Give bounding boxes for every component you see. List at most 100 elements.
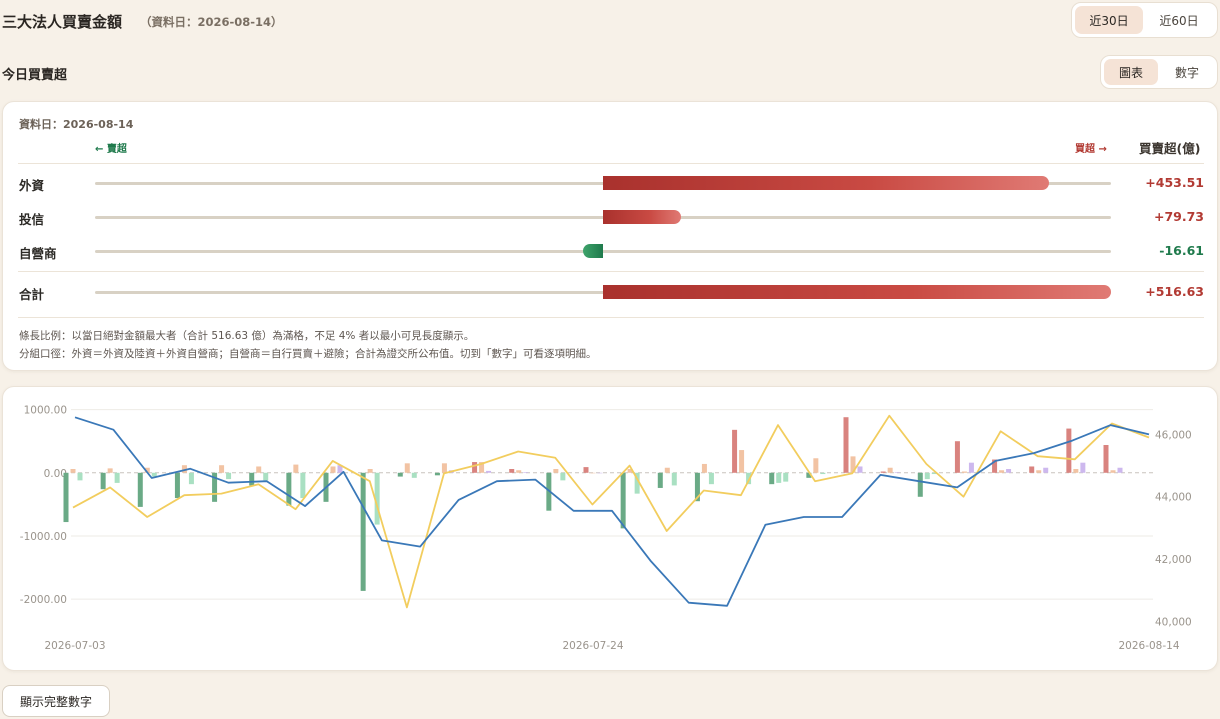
history-chart-card: 1000.00 0.00 -1000.00 -2000.00 46,000 44,000 4… (2, 386, 1218, 671)
bar-mark (560, 472, 566, 481)
view-chart-button[interactable]: 圖表 (1104, 59, 1158, 85)
right-axis-tick: 46,000 (1155, 429, 1192, 441)
row-value: -16.61 (1159, 243, 1204, 258)
bar-mark (330, 466, 336, 473)
bar-mark (77, 472, 83, 481)
bar-mark (590, 472, 596, 474)
view-number-button[interactable]: 數字 (1160, 59, 1214, 85)
bar-mark (701, 463, 707, 473)
bar-mark (657, 472, 663, 488)
bar-mark (783, 472, 789, 482)
bar-mark (620, 472, 626, 529)
row-label: 合計 (19, 287, 45, 302)
unit-label: 買賣超(億) (1139, 141, 1201, 156)
bar-mark (1080, 462, 1086, 473)
series-line (74, 416, 1150, 607)
bar-mark (813, 458, 819, 473)
bar-mark (820, 472, 826, 475)
row-trust: 投信 +79.73 (3, 205, 1219, 229)
bar-mark (404, 463, 410, 473)
bar-mark (300, 472, 306, 499)
row-foreign: 外資 +453.51 (3, 171, 1219, 195)
bar-mark (70, 469, 76, 473)
bar-mark (1029, 466, 1035, 473)
show-full-numbers-button[interactable]: 顯示完整數字 (2, 685, 110, 717)
row-label: 外資 (19, 178, 45, 193)
bar-mark (1117, 467, 1123, 473)
left-axis-tick: 0.00 (44, 468, 67, 480)
net-bar (603, 285, 1111, 299)
bar-mark (523, 472, 529, 473)
net-bar (582, 244, 603, 258)
bar-mark (843, 417, 849, 473)
bar-mark (739, 450, 745, 473)
bar-mark (968, 462, 974, 473)
divider (18, 317, 1204, 318)
bar-mark (1073, 469, 1079, 473)
right-axis-tick: 40,000 (1155, 616, 1192, 628)
x-axis-tick: 2026-08-14 (1118, 640, 1179, 652)
bar-mark (857, 466, 863, 473)
history-chart: 1000.00 0.00 -1000.00 -2000.00 46,000 44,000 4… (20, 405, 1192, 652)
range-30d-button[interactable]: 近30日 (1075, 6, 1143, 34)
bar-mark (360, 472, 366, 591)
bar-mark (887, 467, 893, 473)
grouping-note: 分組口徑：外資＝外資及陸資＋外資自營商；自營商＝自行買賣＋避險；合計為證交所公布… (19, 348, 597, 360)
page-header: 三大法人買賣金額 （資料日：2026-08-14） (0, 0, 1220, 44)
bar-mark (917, 472, 923, 497)
buy-direction-label: 買超 → (1075, 144, 1107, 155)
right-axis-tick: 42,000 (1155, 554, 1192, 566)
bar-mark (411, 472, 417, 478)
bar-mark (188, 472, 194, 485)
net-bar (603, 176, 1049, 190)
bar-mark (708, 472, 714, 485)
divider (18, 271, 1204, 272)
bar-mark (1036, 470, 1042, 473)
bar-mark (137, 472, 143, 507)
row-label: 投信 (19, 212, 45, 227)
bar-mark (597, 472, 603, 474)
bar-mark (226, 472, 232, 480)
bar-mark (769, 472, 775, 485)
divider (18, 163, 1204, 164)
row-total: 合計 +516.63 (3, 280, 1219, 304)
range-60d-button[interactable]: 近60日 (1145, 6, 1213, 34)
row-label: 自營商 (19, 246, 57, 261)
bar-mark (286, 472, 292, 506)
bar-mark (249, 472, 255, 486)
bar-mark (1103, 445, 1109, 473)
today-net-card: 資料日：2026-08-14 ← 賣超 買超 → 買賣超(億) 外資 +453.… (2, 101, 1218, 371)
bar-mark (256, 466, 262, 473)
bar-mark (516, 470, 522, 473)
bar-mark (880, 471, 886, 473)
bar-mark (174, 472, 180, 499)
bar-mark (1043, 467, 1049, 473)
bar-mark (100, 472, 106, 490)
bar-mark (219, 465, 225, 473)
bar-mark (472, 462, 478, 473)
left-axis-tick: 1000.00 (24, 405, 67, 417)
bar-mark (486, 470, 492, 473)
bar-mark (397, 472, 403, 477)
bar-mark (293, 464, 299, 473)
bar-mark (553, 469, 559, 473)
bar-mark (732, 429, 738, 473)
left-axis-tick: -1000.00 (20, 531, 67, 543)
bar-mark (583, 467, 589, 473)
bar-mark (954, 441, 960, 473)
row-dealer: 自營商 -16.61 (3, 239, 1219, 263)
row-value: +453.51 (1145, 175, 1204, 190)
x-axis-tick: 2026-07-03 (44, 640, 105, 652)
bar-mark (924, 472, 930, 480)
bar-mark (664, 467, 670, 473)
bar-mark (151, 472, 157, 477)
bar-mark (961, 471, 967, 473)
row-value: +516.63 (1145, 284, 1204, 299)
bar-mark (107, 468, 113, 473)
bar-mark (1006, 469, 1012, 473)
right-axis-tick: 44,000 (1155, 492, 1192, 504)
row-value: +79.73 (1153, 209, 1204, 224)
bar-mark (999, 470, 1005, 473)
bar-mark (263, 472, 269, 481)
sell-direction-label: ← 賣超 (95, 144, 127, 155)
